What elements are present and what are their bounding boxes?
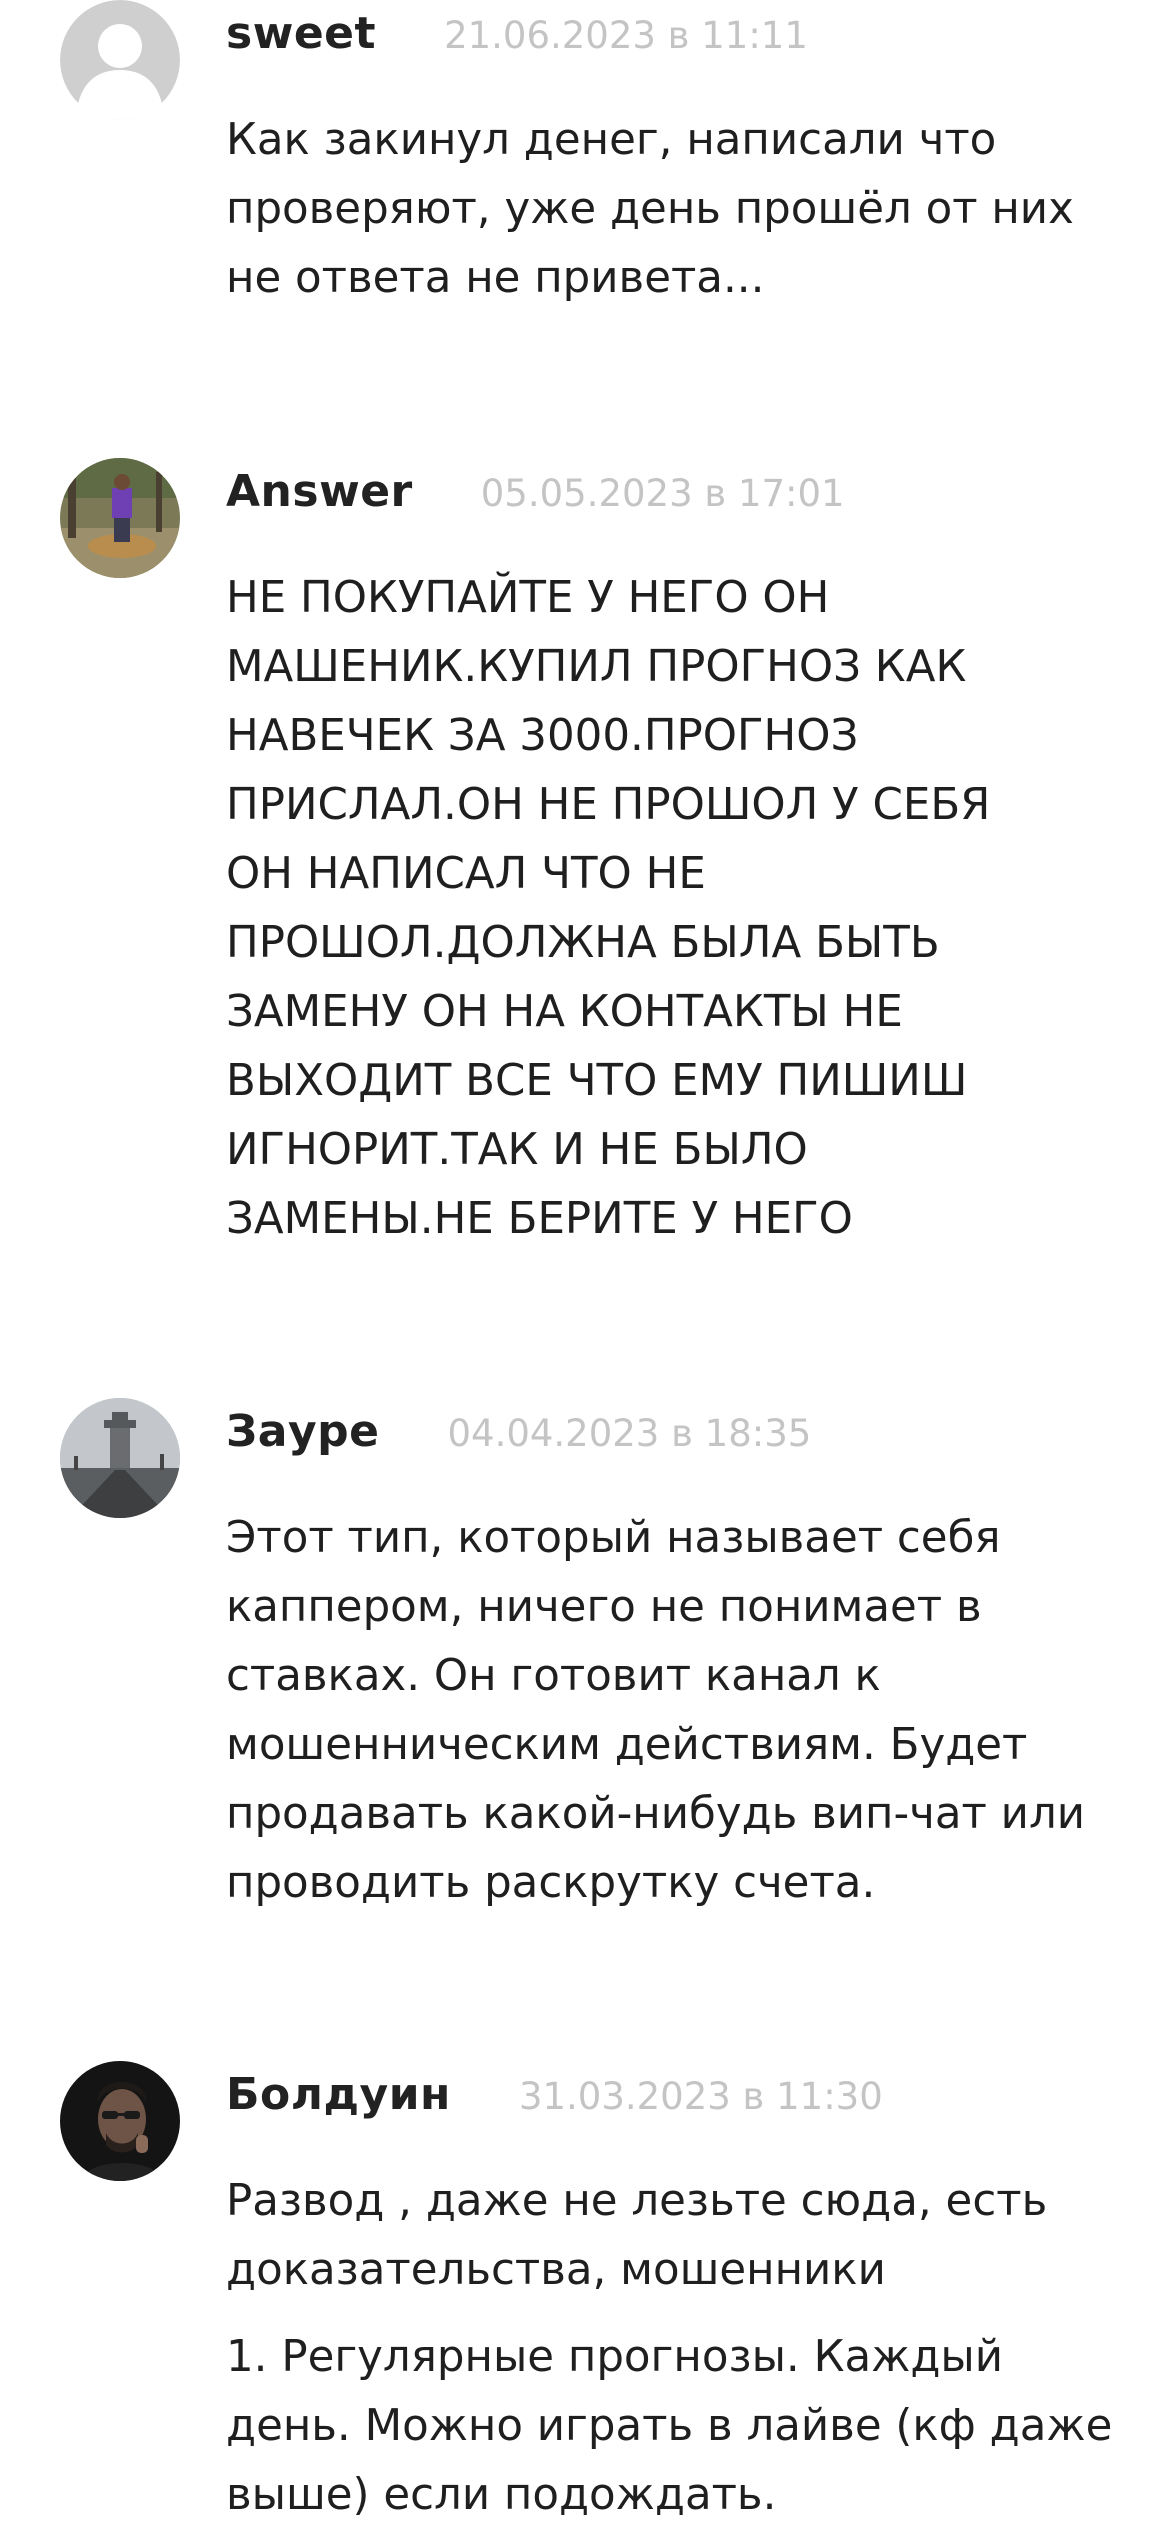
comment-author[interactable]: Answer bbox=[226, 466, 413, 517]
comment-line: ставках. Он готовит канал к bbox=[226, 1651, 881, 1701]
comment-line: ВЫХОДИТ ВСЕ ЧТО ЕМУ ПИШИШ bbox=[226, 1056, 968, 1106]
comment-header: Болдуин 31.03.2023 в 11:30 bbox=[226, 2069, 883, 2120]
comment-line: проводить раскрутку счета. bbox=[226, 1858, 876, 1908]
comment-line: доказательства, мошенники bbox=[226, 2245, 886, 2295]
comment-text: Развод , даже не лезьте сюда, есть доказ… bbox=[226, 2167, 1126, 2530]
user-photo-avatar[interactable] bbox=[60, 2061, 180, 2181]
comment-line: МАШЕНИК.КУПИЛ ПРОГНОЗ КАК bbox=[226, 642, 967, 692]
comment-line: выше) если подождать. bbox=[226, 2470, 777, 2520]
comment-author[interactable]: sweet bbox=[226, 8, 376, 59]
comment-date[interactable]: 31.03.2023 в 11:30 bbox=[519, 2075, 883, 2118]
comment-line: ОН НАПИСАЛ ЧТО НЕ bbox=[226, 849, 706, 899]
comment-line: день. Можно играть в лайве (кф даже bbox=[226, 2401, 1113, 2451]
comment-line: не ответа не привета... bbox=[226, 253, 765, 303]
comment-line: проверяют, уже день прошёл от них bbox=[226, 184, 1074, 234]
comment-line: ЗАМЕНУ ОН НА КОНТАКТЫ НЕ bbox=[226, 987, 903, 1037]
comment-line: ПРИСЛАЛ.ОН НЕ ПРОШОЛ У СЕБЯ bbox=[226, 780, 991, 830]
comment-text: Этот тип, который называет себя каппером… bbox=[226, 1504, 1126, 1918]
comment-line: Как закинул денег, написали что bbox=[226, 115, 997, 165]
comment-header: sweet 21.06.2023 в 11:11 bbox=[226, 8, 808, 59]
comment-date[interactable]: 21.06.2023 в 11:11 bbox=[444, 14, 808, 57]
user-photo-avatar[interactable] bbox=[60, 1398, 180, 1518]
comment-line: ИГНОРИТ.ТАК И НЕ БЫЛО bbox=[226, 1125, 808, 1175]
comment-line: Развод , даже не лезьте сюда, есть bbox=[226, 2176, 1048, 2226]
comment-line: мошенническим действиям. Будет bbox=[226, 1720, 1028, 1770]
comment-line: 1. Регулярные прогнозы. Каждый bbox=[226, 2332, 1004, 2382]
comment-author[interactable]: Зауре bbox=[226, 1406, 379, 1457]
user-photo-avatar[interactable] bbox=[60, 458, 180, 578]
comment-header: Answer 05.05.2023 в 17:01 bbox=[226, 466, 845, 517]
comment-line: ЗАМЕНЫ.НЕ БЕРИТЕ У НЕГО bbox=[226, 1194, 853, 1244]
comment-line: ПРОШОЛ.ДОЛЖНА БЫЛА БЫТЬ bbox=[226, 918, 940, 968]
comment-text: Как закинул денег, написали что проверяю… bbox=[226, 106, 1126, 313]
default-avatar-icon[interactable] bbox=[60, 0, 180, 120]
comment-line: каппером, ничего не понимает в bbox=[226, 1582, 982, 1632]
comment-line: НЕ ПОКУПАЙТЕ У НЕГО ОН bbox=[226, 573, 830, 623]
comment-date[interactable]: 05.05.2023 в 17:01 bbox=[481, 472, 845, 515]
comment-author[interactable]: Болдуин bbox=[226, 2069, 451, 2120]
comment-text: НЕ ПОКУПАЙТЕ У НЕГО ОН МАШЕНИК.КУПИЛ ПРО… bbox=[226, 564, 1126, 1254]
comment-line: Этот тип, который называет себя bbox=[226, 1513, 1001, 1563]
comment-header: Зауре 04.04.2023 в 18:35 bbox=[226, 1406, 811, 1457]
comment-date[interactable]: 04.04.2023 в 18:35 bbox=[447, 1412, 811, 1455]
comment-line: НАВЕЧЕК ЗА 3000.ПРОГНОЗ bbox=[226, 711, 859, 761]
comment-line: продавать какой-нибудь вип-чат или bbox=[226, 1789, 1086, 1839]
